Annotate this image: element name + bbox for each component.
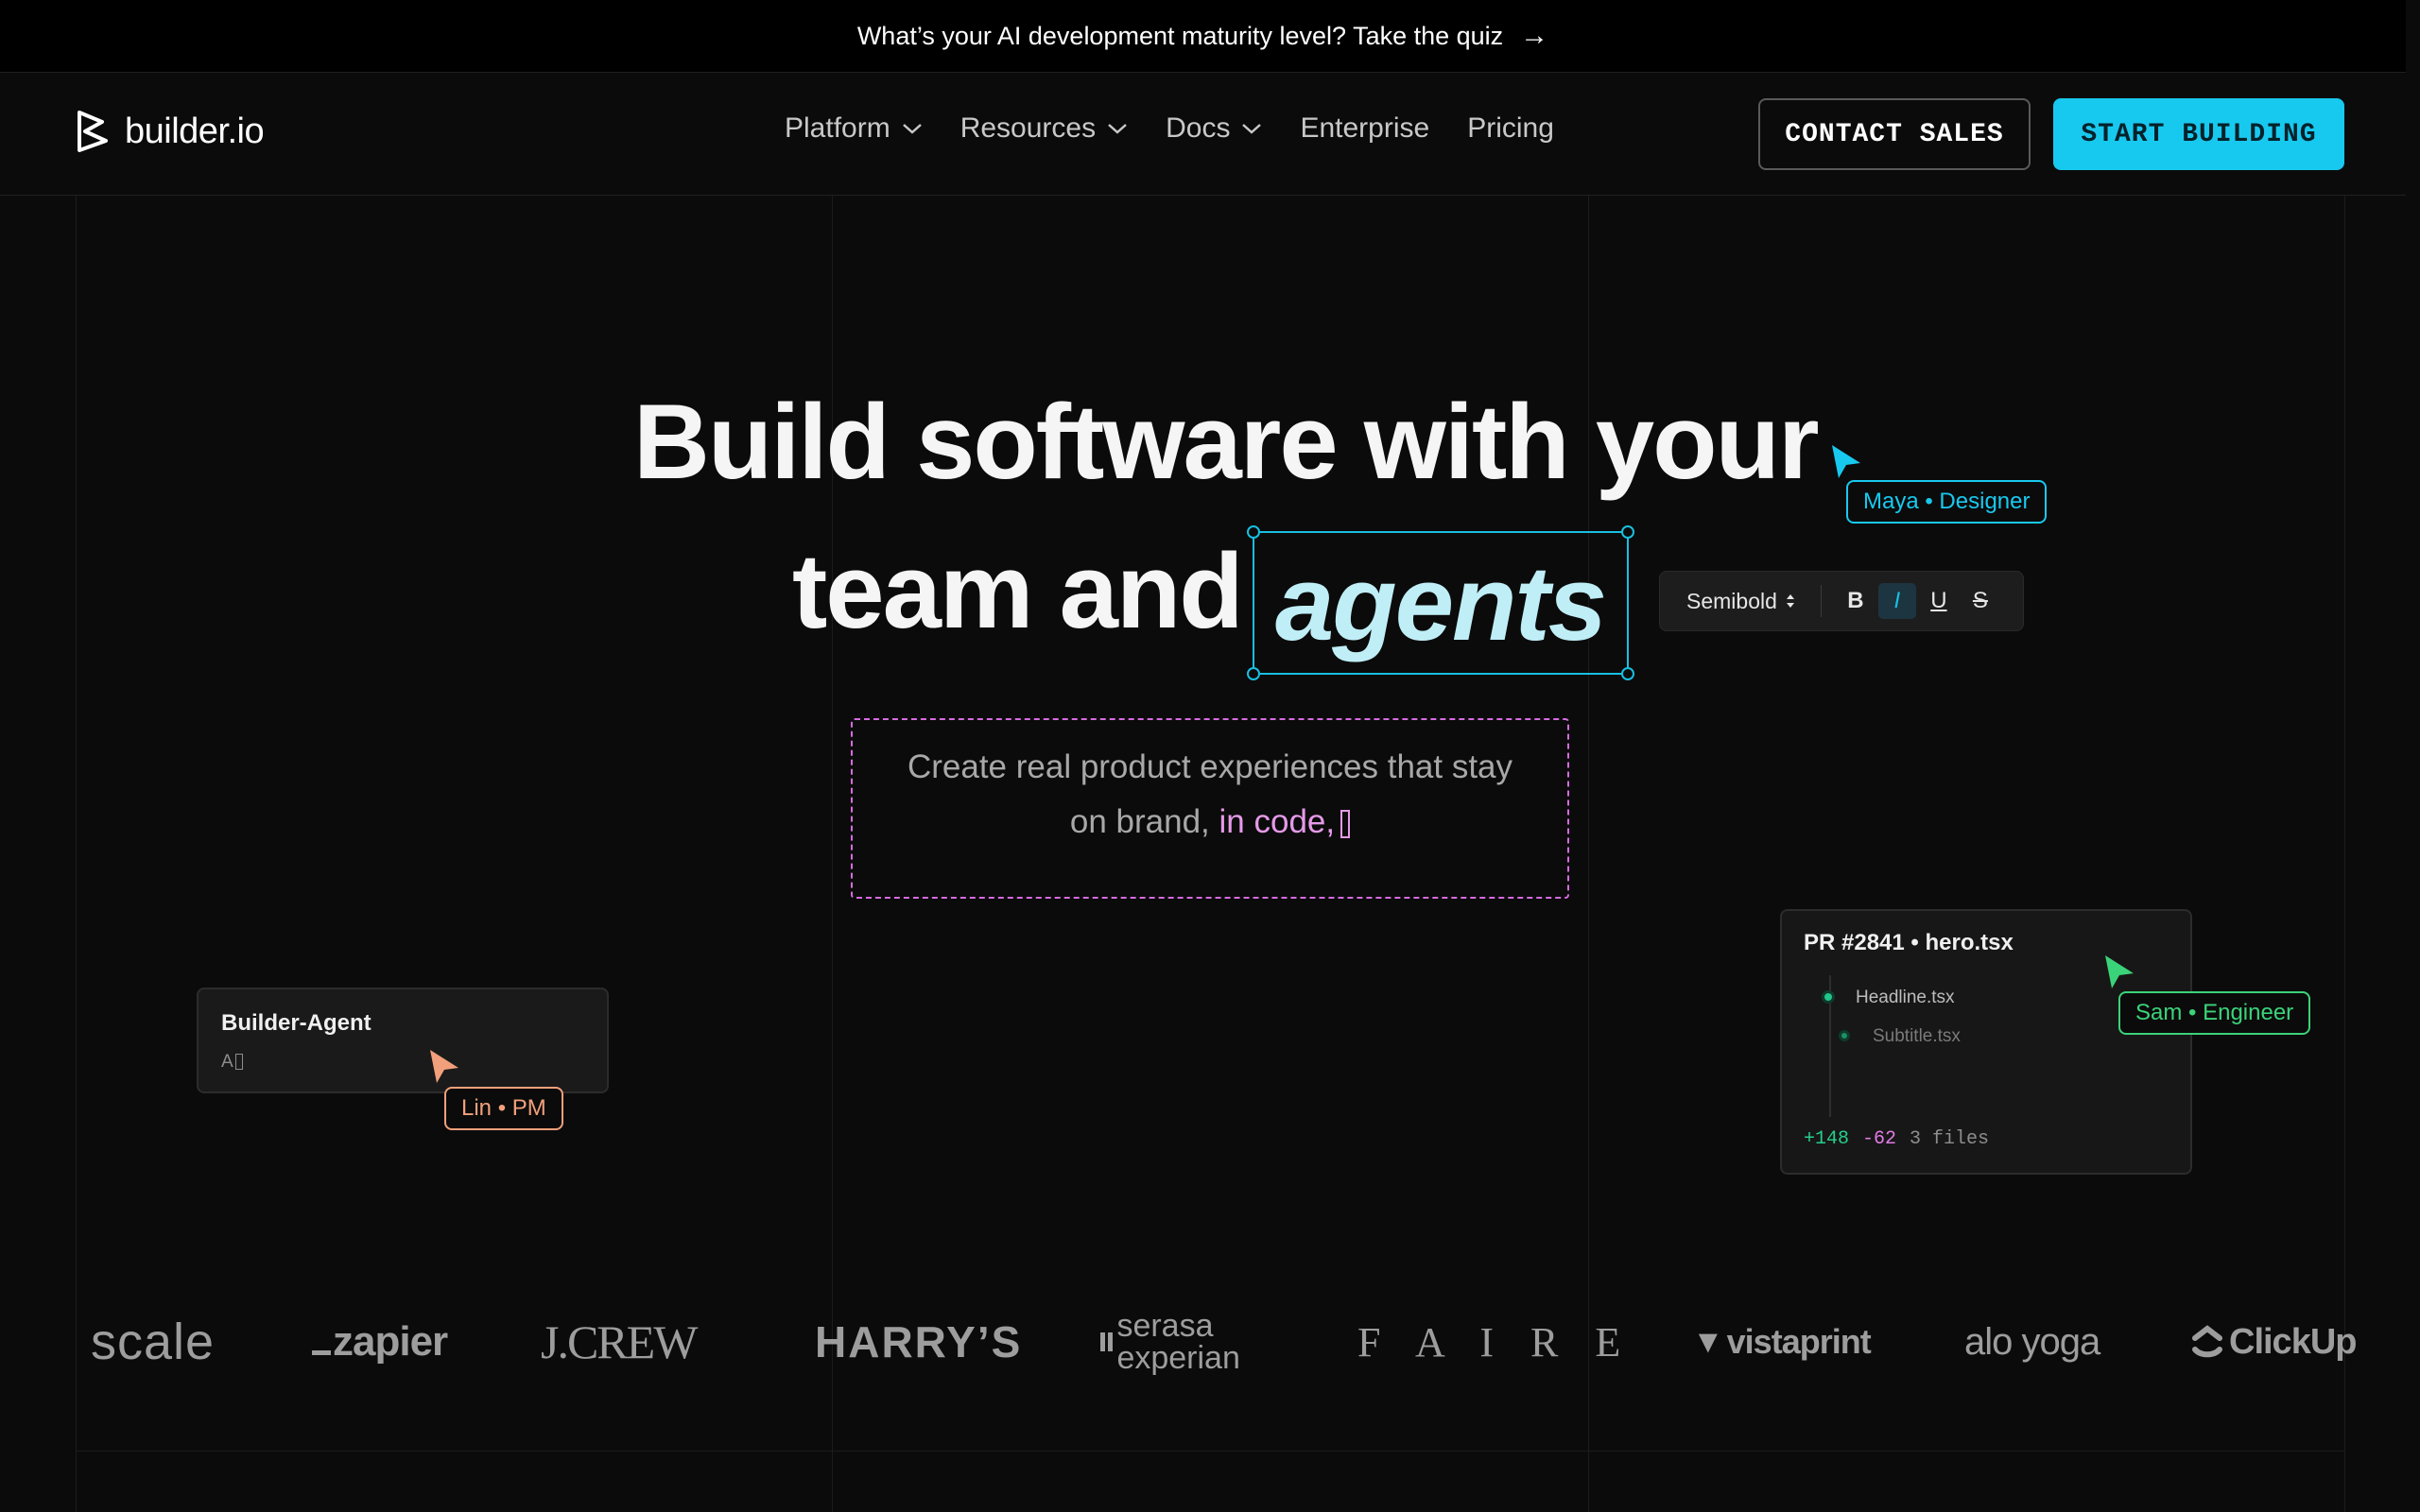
nav-resources-label: Resources (959, 112, 1097, 144)
chevron-down-icon (1242, 124, 1262, 134)
strikethrough-button[interactable]: S (1962, 583, 1999, 619)
nav-pricing[interactable]: Pricing (1467, 112, 1554, 145)
hero-headline-line1: Build software with your (633, 383, 1820, 501)
resize-handle[interactable] (1247, 667, 1260, 680)
logo-vistaprint-text: vistaprint (1726, 1322, 1872, 1361)
format-toolbar: Semibold B I U S (1659, 571, 2024, 631)
nav-docs-label: Docs (1166, 112, 1231, 144)
pr-file-item[interactable]: Headline.tsx (1856, 988, 1955, 1008)
top-navigation: builder.io Platform Resources Docs Enter… (0, 73, 2406, 196)
chevron-down-icon (1108, 124, 1127, 134)
text-caret-icon (1340, 809, 1351, 838)
pr-deletions: -62 (1862, 1128, 1897, 1150)
nav-enterprise[interactable]: Enterprise (1300, 112, 1429, 145)
logo-zapier-text: zapier (333, 1318, 448, 1365)
pull-request-card[interactable]: PR #2841 • hero.tsx Headline.tsx Subtitl… (1780, 909, 2192, 1175)
status-dot-icon (1839, 1030, 1850, 1041)
logo-serasa: serasa experian (1100, 1295, 1270, 1389)
agent-prompt-card[interactable]: Builder-Agent A (197, 988, 609, 1093)
underline-button[interactable]: U (1920, 583, 1958, 619)
resize-handle[interactable] (1247, 525, 1260, 539)
agent-card-title: Builder-Agent (221, 1010, 372, 1036)
pr-additions: +148 (1804, 1128, 1850, 1150)
collaborator-tag-engineer: Sam • Engineer (2118, 991, 2311, 1035)
subtitle-box[interactable]: Create real product experiences that sta… (851, 718, 1569, 899)
selected-text-box[interactable]: agents (1247, 525, 1634, 680)
logo-zapier: zapier (312, 1295, 448, 1389)
chevron-down-icon (902, 124, 922, 134)
nav-pricing-label: Pricing (1467, 112, 1554, 144)
scrollbar[interactable] (2406, 0, 2420, 1512)
cursor-pointer-icon (430, 1050, 458, 1083)
nav-resources[interactable]: Resources (960, 112, 1128, 145)
logo-scale: scale (91, 1314, 216, 1370)
serasa-dots-icon (1100, 1332, 1114, 1351)
highlight-word: agents (1275, 544, 1607, 662)
hero-headline-line2: team and (792, 532, 1244, 650)
nav-platform-label: Platform (785, 112, 890, 144)
logo-vistaprint: ▼ vistaprint (1692, 1295, 1872, 1389)
subtitle-line1: Create real product experiences that sta… (907, 748, 1513, 785)
toolbar-divider (1820, 585, 1822, 617)
logo-clickup-text: ClickUp (2229, 1321, 2357, 1362)
subtitle-line2-text: on brand, (1069, 803, 1210, 840)
subtitle-line2: on brand, in code, (853, 803, 1567, 841)
status-dot-icon (1822, 990, 1835, 1004)
nav-platform[interactable]: Platform (785, 112, 923, 145)
vistaprint-v-icon: ▼ (1692, 1323, 1724, 1360)
resize-handle[interactable] (1621, 525, 1634, 539)
agent-prompt-input[interactable]: A (221, 1052, 243, 1073)
collaborator-tag-designer: Maya • Designer (1846, 480, 2048, 524)
nav-links: Platform Resources Docs Enterprise Prici… (785, 112, 1554, 145)
nav-enterprise-label: Enterprise (1300, 112, 1430, 144)
announcement-bar[interactable]: What’s your AI development maturity leve… (0, 0, 2406, 73)
logo-aloyoga: alo yoga (1964, 1320, 2100, 1363)
pr-file-item[interactable]: Subtitle.tsx (1873, 1026, 1961, 1047)
start-building-button[interactable]: START BUILDING (2053, 98, 2344, 170)
font-weight-select[interactable]: Semibold (1686, 589, 1796, 614)
logo-serasa-text: serasa experian (1116, 1308, 1240, 1376)
arrow-right-icon: → (1520, 20, 1549, 51)
resize-handle[interactable] (1621, 667, 1634, 680)
builder-logo-icon (78, 111, 108, 152)
logo-clickup: ClickUp (2191, 1295, 2357, 1389)
zapier-underscore-icon (312, 1349, 331, 1355)
sort-arrows-icon (1786, 594, 1794, 608)
contact-sales-button[interactable]: CONTACT SALES (1758, 98, 2031, 170)
logo-harrys: HARRY’S (815, 1317, 1023, 1366)
agent-prompt-text: A (221, 1052, 233, 1072)
builder-logo[interactable]: builder.io (74, 109, 265, 154)
clickup-icon (2192, 1325, 2222, 1358)
pr-stats: +148 -62 3 files (1804, 1128, 1989, 1150)
pr-title: PR #2841 • hero.tsx (1804, 930, 2014, 955)
cursor-pointer-icon (1832, 445, 1860, 478)
pr-files-count: 3 files (1910, 1128, 1990, 1150)
italic-button[interactable]: I (1877, 583, 1916, 619)
logo-faire: F A I R E (1357, 1318, 1634, 1366)
nav-docs[interactable]: Docs (1166, 112, 1262, 145)
announcement-text: What’s your AI development maturity leve… (856, 21, 1504, 50)
logo-jcrew: J.CREW (541, 1315, 698, 1368)
font-weight-value: Semibold (1686, 588, 1777, 613)
cursor-pointer-icon (2105, 955, 2134, 988)
collaborator-tag-pm: Lin • PM (444, 1087, 563, 1130)
subtitle-highlight: in code, (1219, 803, 1336, 840)
customer-logos: scale zapier J.CREW HARRY’S serasa exper… (0, 1295, 2406, 1389)
logo-text: builder.io (125, 111, 265, 151)
text-caret-icon (234, 1054, 243, 1071)
grid-line (76, 1451, 2344, 1452)
bold-button[interactable]: B (1837, 583, 1875, 619)
